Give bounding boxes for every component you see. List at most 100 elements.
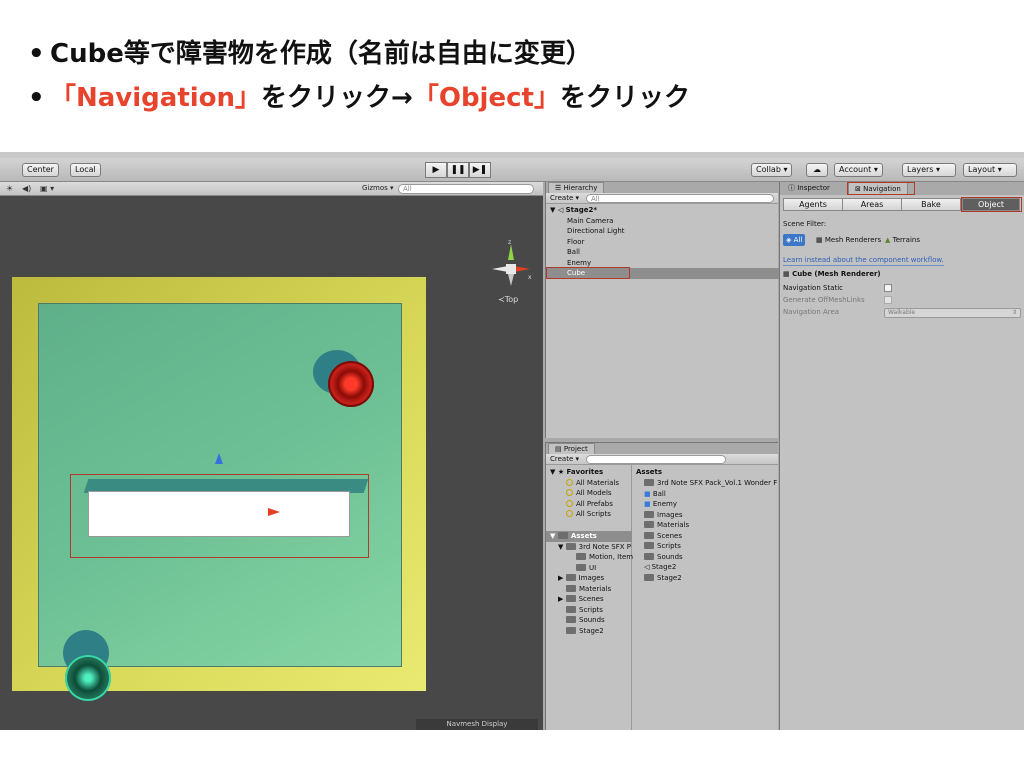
account-button[interactable]: Account ▾ xyxy=(834,163,883,177)
tab-hierarchy[interactable]: ☰ Hierarchy xyxy=(548,182,605,193)
layout-label: Layout xyxy=(968,165,996,174)
tree-item-motion[interactable]: Motion, Item xyxy=(576,552,633,563)
hierarchy-item-directional-light[interactable]: Directional Light xyxy=(546,226,779,237)
tree-label: Sounds xyxy=(579,616,605,624)
asset-label: Scripts xyxy=(657,542,681,550)
filter-terrains-label: Terrains xyxy=(892,236,920,244)
navigation-static-label: Navigation Static xyxy=(783,284,843,292)
asset-item[interactable]: Scenes xyxy=(644,531,682,542)
pause-button[interactable]: ❚❚ xyxy=(447,162,469,178)
asset-item[interactable]: Images xyxy=(644,510,683,521)
move-x-arrow-icon[interactable] xyxy=(268,508,280,516)
tree-item-stage2[interactable]: Stage2 xyxy=(566,626,604,637)
favorite-all-materials[interactable]: All Materials xyxy=(566,478,619,489)
tree-item-sounds[interactable]: Sounds xyxy=(566,615,605,626)
folder-icon xyxy=(565,542,576,550)
asset-item[interactable]: ■ Ball xyxy=(644,489,666,500)
scene-toolbar: ☀ ◀) ▣ ▾ Gizmos ▾ All xyxy=(0,182,543,196)
favorite-all-models[interactable]: All Models xyxy=(566,488,612,499)
tree-item-ui[interactable]: UI xyxy=(576,563,596,574)
tree-item-3rd-note[interactable]: ▼ 3rd Note SFX P xyxy=(558,542,631,553)
bullet2-object: 「Object」 xyxy=(412,83,560,113)
favorite-all-scripts[interactable]: All Scripts xyxy=(566,509,611,520)
tab-project[interactable]: ▤ Project xyxy=(548,443,595,454)
cloud-icon[interactable]: ☁ xyxy=(806,163,828,177)
tree-item-scripts[interactable]: Scripts xyxy=(566,605,603,616)
filter-all-button[interactable]: ◈ All xyxy=(783,234,806,246)
scene-view[interactable]: ☀ ◀) ▣ ▾ Gizmos ▾ All z x ≺Top Navmesh D… xyxy=(0,182,543,730)
hierarchy-create-button[interactable]: Create ▾ xyxy=(550,194,579,203)
assets-header: Assets xyxy=(636,468,663,476)
asset-item[interactable]: Stage2 xyxy=(644,573,682,584)
tree-item-materials[interactable]: Materials xyxy=(566,584,611,595)
tree-item-images[interactable]: ▶ Images xyxy=(558,573,604,584)
navigation-static-checkbox[interactable] xyxy=(884,284,892,292)
segment-areas[interactable]: Areas xyxy=(842,198,902,211)
hierarchy-item-main-camera[interactable]: Main Camera xyxy=(546,216,779,227)
asset-item[interactable]: Sounds xyxy=(644,552,683,563)
asset-item[interactable]: ◁ Stage2 xyxy=(644,562,676,573)
cube-row-highlight-box xyxy=(546,267,630,279)
asset-item[interactable]: ■ Enemy xyxy=(644,499,677,510)
project-search-input[interactable] xyxy=(586,455,726,464)
folder-icon xyxy=(576,553,586,560)
play-button[interactable]: ▶ xyxy=(425,162,447,178)
collab-button[interactable]: Collab ▾ xyxy=(751,163,793,177)
segment-agents[interactable]: Agents xyxy=(783,198,843,211)
project-subbar: Create ▾ xyxy=(546,454,778,465)
assets-root-label: Assets xyxy=(570,532,597,540)
navigation-area-dropdown[interactable]: Walkable ⇕ xyxy=(884,308,1021,318)
asset-item[interactable]: Scripts xyxy=(644,541,681,552)
layers-dropdown[interactable]: Layers ▾ xyxy=(902,163,956,177)
pivot-center-button[interactable]: Center xyxy=(22,163,59,177)
asset-label: Stage2 xyxy=(657,573,682,582)
tree-item-scenes[interactable]: ▶ Scenes xyxy=(558,594,604,605)
filter-terrains-button[interactable]: ▲ Terrains xyxy=(885,235,920,245)
tree-label: Materials xyxy=(579,584,612,593)
segment-bake[interactable]: Bake xyxy=(901,198,961,211)
bullet-click-navigation: • 「Navigation」をクリック→「Object」をクリック xyxy=(28,77,690,114)
folder-icon xyxy=(566,584,576,592)
ball-object[interactable] xyxy=(328,361,374,407)
sun-icon[interactable]: ☀ xyxy=(6,184,13,194)
step-button[interactable]: ▶❚ xyxy=(469,162,491,178)
tab-inspector[interactable]: ⓘ Inspector xyxy=(782,182,836,195)
scene-filter-label: Scene Filter: xyxy=(783,220,827,228)
asset-item[interactable]: 3rd Note SFX Pack_Vol.1 Wonder F xyxy=(644,478,778,489)
navigation-panel: ⓘ Inspector ⊠ Navigation Agents Areas Ba… xyxy=(779,182,1024,730)
assets-root[interactable]: ▼ Assets xyxy=(546,531,632,542)
favorites-header[interactable]: ▼ ★ Favorites xyxy=(550,467,603,478)
layout-dropdown[interactable]: Layout ▾ xyxy=(963,163,1017,177)
hierarchy-item-ball[interactable]: Ball xyxy=(546,247,779,258)
folder-icon xyxy=(566,605,576,613)
move-z-arrow-icon[interactable] xyxy=(215,453,223,464)
gizmos-dropdown[interactable]: Gizmos ▾ xyxy=(362,183,394,194)
hierarchy-item-floor[interactable]: Floor xyxy=(546,237,779,248)
folder-icon xyxy=(566,626,576,634)
favorite-all-prefabs[interactable]: All Prefabs xyxy=(566,499,613,510)
project-create-button[interactable]: Create ▾ xyxy=(550,455,579,464)
pivot-local-button[interactable]: Local xyxy=(70,163,101,177)
favorite-label: All Prefabs xyxy=(576,499,613,508)
generate-offmeshlinks-checkbox[interactable] xyxy=(884,296,892,304)
scene-search-input[interactable]: All xyxy=(398,184,534,194)
image-effects-icon[interactable]: ▣ ▾ xyxy=(40,184,54,194)
enemy-object[interactable] xyxy=(65,655,111,701)
folder-icon xyxy=(565,595,576,602)
search-icon xyxy=(566,499,573,507)
scene-root-row[interactable]: ▼ ◁ Stage2* xyxy=(546,205,779,216)
learn-component-workflow-link[interactable]: Learn instead about the component workfl… xyxy=(783,255,944,266)
prefab-icon: ■ xyxy=(644,500,653,508)
view-top-label[interactable]: ≺Top xyxy=(498,295,518,304)
asset-item[interactable]: Materials xyxy=(644,520,689,531)
asset-label: Materials xyxy=(657,521,690,529)
unity-editor: Center Local ▶ ❚❚ ▶❚ Collab ▾ ☁ Account … xyxy=(0,152,1024,730)
filter-mesh-renderers-button[interactable]: ▦ Mesh Renderers xyxy=(816,235,881,245)
project-tab-label: Project xyxy=(563,445,588,453)
audio-icon[interactable]: ◀) xyxy=(22,184,31,194)
hierarchy-search-input[interactable]: All xyxy=(586,194,774,203)
folder-icon xyxy=(576,563,586,571)
cube-icon: ◈ xyxy=(786,236,792,244)
folder-icon xyxy=(644,510,654,518)
generate-offmeshlinks-label: Generate OffMeshLinks xyxy=(783,296,865,304)
